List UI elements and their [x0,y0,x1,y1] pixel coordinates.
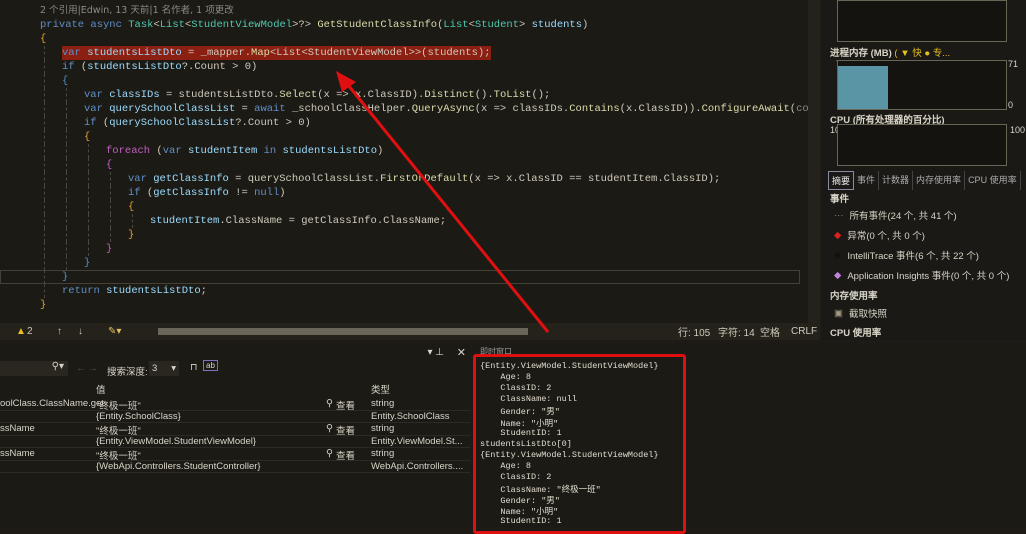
annotation-arrow [336,71,550,333]
annotation-arrow-line [342,79,550,333]
